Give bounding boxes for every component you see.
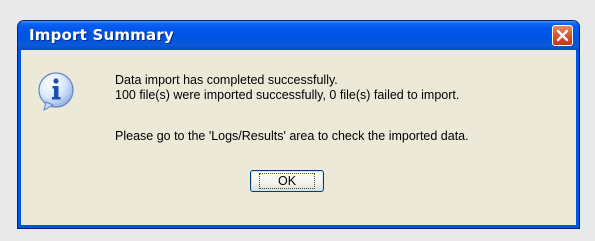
ok-button[interactable]: OK (250, 170, 324, 192)
message-line-3: Please go to the 'Logs/Results' area to … (115, 129, 469, 143)
close-icon (556, 29, 569, 42)
close-button[interactable] (552, 25, 573, 46)
title-bar[interactable]: Import Summary (18, 21, 579, 50)
message-line-1: Data import has completed successfully. (115, 73, 338, 87)
information-icon (38, 72, 74, 111)
ok-button-label: OK (258, 173, 316, 189)
dialog-body: Data import has completed successfully. … (21, 50, 576, 225)
dialog-title: Import Summary (29, 26, 174, 44)
message-line-2: 100 file(s) were imported successfully, … (115, 88, 460, 102)
import-summary-dialog: Import Summary Data import has completed… (17, 20, 580, 229)
